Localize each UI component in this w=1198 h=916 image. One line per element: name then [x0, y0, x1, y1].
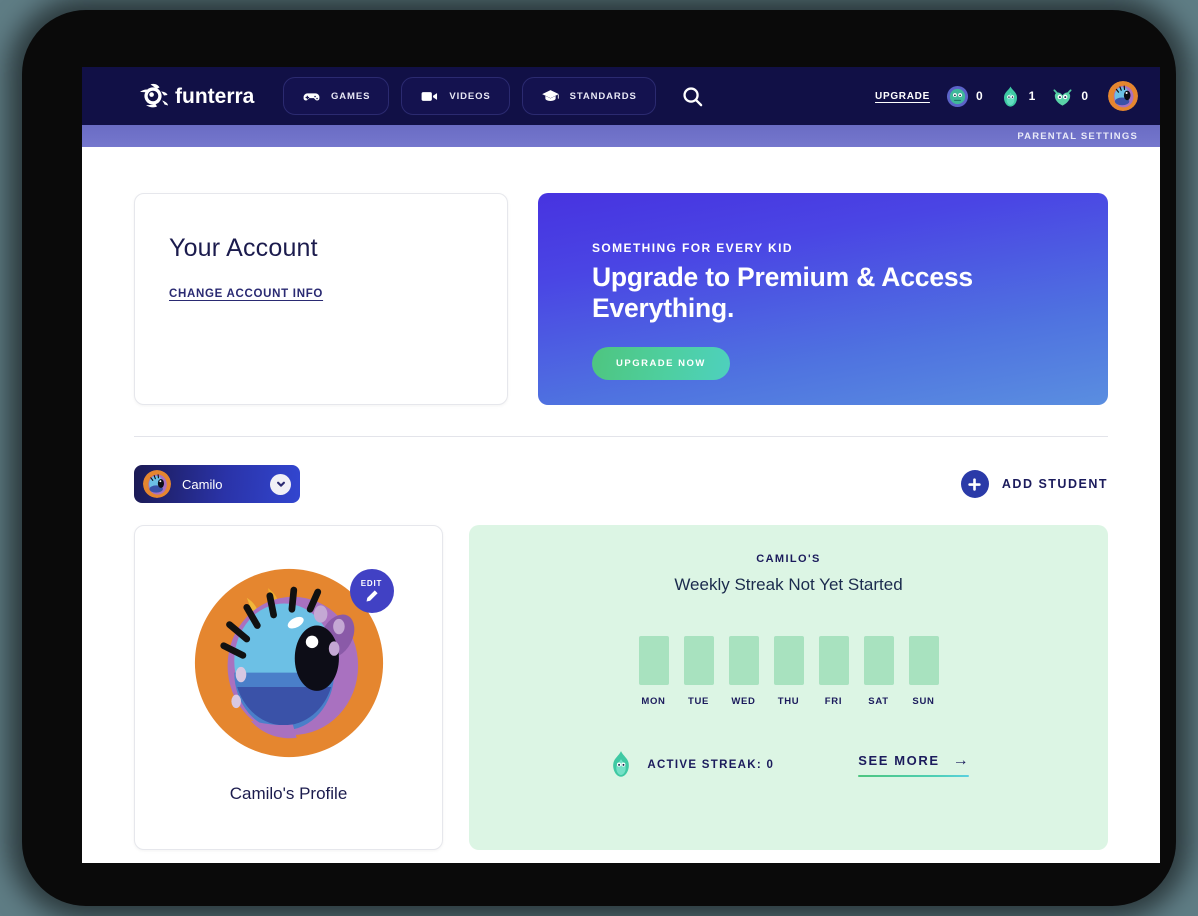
streak-day-bar — [728, 636, 759, 685]
flame-streak-icon — [1003, 85, 1017, 107]
add-student-button[interactable]: ADD STUDENT — [960, 470, 1108, 498]
streak-day-bar — [863, 636, 894, 685]
counter-owl[interactable]: 0 — [1051, 85, 1088, 108]
search-icon — [683, 86, 703, 106]
arrow-right-icon: → — [952, 751, 969, 769]
student-selector-avatar — [143, 470, 171, 498]
section-divider — [134, 436, 1108, 437]
edit-avatar-button[interactable]: EDIT — [349, 569, 394, 613]
promo-title: Upgrade to Premium & Access Everything. — [592, 262, 973, 324]
student-selector-name: Camilo — [182, 476, 223, 492]
student-selector-chevron — [270, 473, 291, 495]
student-row: Camilo ADD STUDENT — [134, 465, 1108, 503]
counter-coins[interactable]: 0 — [946, 85, 983, 108]
plus-icon — [968, 477, 982, 491]
counter-owl-value: 0 — [1081, 89, 1088, 103]
streak-day-label: FRI — [824, 696, 843, 707]
parental-settings-link[interactable]: PARENTAL SETTINGS — [1017, 131, 1138, 142]
streak-day-bar — [638, 636, 669, 685]
plus-icon-circle — [960, 470, 989, 498]
funterra-wordmark: funterra — [175, 85, 255, 108]
streak-day-label: THU — [777, 696, 800, 707]
active-streak-label: ACTIVE STREAK: 0 — [647, 759, 775, 771]
nav-games-label: GAMES — [331, 90, 371, 102]
coin-monster-icon — [946, 85, 968, 107]
main-content: Your Account CHANGE ACCOUNT INFO SOMETHI… — [82, 147, 1160, 850]
streak-day: TUE — [683, 636, 714, 707]
chevron-down-icon — [276, 481, 285, 487]
streak-day-label: SAT — [868, 696, 889, 707]
weekly-streak-bars: MON TUE WED THU FRI SAT SUN — [638, 636, 939, 707]
nav-games-button[interactable]: GAMES — [283, 77, 390, 115]
streak-day: WED — [728, 636, 759, 707]
flame-streak-icon — [613, 751, 630, 777]
header-avatar[interactable] — [1108, 81, 1138, 111]
streak-day-bar — [773, 636, 804, 685]
header-upgrade-link[interactable]: UPGRADE — [875, 91, 930, 102]
main-nav: GAMES VIDEOS STANDARDS — [283, 77, 656, 115]
streak-day-label: TUE — [687, 696, 710, 707]
funterra-creature-logo — [140, 83, 168, 108]
counter-streak[interactable]: 1 — [999, 85, 1036, 108]
page-title: Your Account — [169, 234, 318, 262]
streak-day: SUN — [908, 636, 939, 707]
add-student-label: ADD STUDENT — [1001, 477, 1108, 491]
counter-streak-value: 1 — [1028, 89, 1036, 103]
streak-owner-label: CAMILO'S — [756, 553, 821, 565]
change-account-info-link[interactable]: CHANGE ACCOUNT INFO — [169, 288, 323, 300]
search-button[interactable] — [678, 81, 708, 111]
see-more-underline — [858, 774, 969, 778]
profile-name: Camilo's Profile — [229, 784, 348, 803]
nav-standards-label: STANDARDS — [569, 90, 637, 102]
parental-settings-bar: PARENTAL SETTINGS — [82, 125, 1160, 147]
profile-avatar-wrap: EDIT — [193, 567, 394, 759]
streak-day-bar — [818, 636, 849, 685]
streak-day-label: WED — [731, 696, 756, 707]
streak-day-label: MON — [641, 696, 666, 707]
owl-monster-icon — [1053, 88, 1072, 106]
edit-avatar-label: EDIT — [360, 578, 383, 588]
gamepad-icon — [303, 92, 320, 100]
site-header: funterra GAMES VIDEOS STANDARDS UPGRADE … — [82, 67, 1160, 125]
student-selector-dropdown[interactable]: Camilo — [134, 465, 300, 503]
funterra-logo[interactable]: funterra — [136, 81, 267, 111]
streak-day-bar — [683, 636, 714, 685]
video-camera-icon — [421, 91, 438, 101]
active-streak-group: ACTIVE STREAK: 0 — [608, 750, 774, 780]
nav-videos-button[interactable]: VIDEOS — [401, 77, 510, 115]
see-more-link[interactable]: SEE MORE → — [858, 751, 969, 778]
premium-promo-banner: SOMETHING FOR EVERY KID Upgrade to Premi… — [538, 193, 1108, 405]
streak-day-bar — [908, 636, 939, 685]
nav-standards-button[interactable]: STANDARDS — [521, 77, 656, 115]
streak-day: MON — [638, 636, 669, 707]
pencil-icon — [366, 589, 378, 601]
weekly-streak-card: CAMILO'S Weekly Streak Not Yet Started M… — [469, 525, 1108, 850]
streak-headline: Weekly Streak Not Yet Started — [674, 575, 903, 594]
streak-day: FRI — [818, 636, 849, 707]
user-avatar-monster — [143, 470, 171, 498]
top-row: Your Account CHANGE ACCOUNT INFO SOMETHI… — [134, 193, 1108, 405]
streak-day: THU — [773, 636, 804, 707]
header-right-cluster: UPGRADE 0 1 0 — [875, 81, 1160, 111]
browser-screen: funterra GAMES VIDEOS STANDARDS UPGRADE … — [82, 67, 1160, 863]
upgrade-now-button[interactable]: UPGRADE NOW — [592, 346, 730, 380]
student-profile-card: EDIT Camilo's Profile — [134, 525, 443, 850]
promo-eyebrow: SOMETHING FOR EVERY KID — [592, 241, 793, 255]
device-bezel: funterra GAMES VIDEOS STANDARDS UPGRADE … — [22, 10, 1176, 906]
streak-day: SAT — [863, 636, 894, 707]
streak-footer: ACTIVE STREAK: 0 SEE MORE → — [608, 750, 969, 780]
user-avatar-monster — [1108, 81, 1138, 111]
streak-day-label: SUN — [912, 696, 935, 707]
account-card: Your Account CHANGE ACCOUNT INFO — [134, 193, 508, 405]
see-more-label: SEE MORE — [858, 753, 940, 769]
nav-videos-label: VIDEOS — [449, 90, 491, 102]
graduation-cap-icon — [541, 89, 559, 101]
svg-text:funterra: funterra — [175, 85, 255, 108]
bottom-row: EDIT Camilo's Profile CAMILO'S Weekly St… — [134, 525, 1108, 850]
counter-coins-value: 0 — [975, 89, 983, 103]
